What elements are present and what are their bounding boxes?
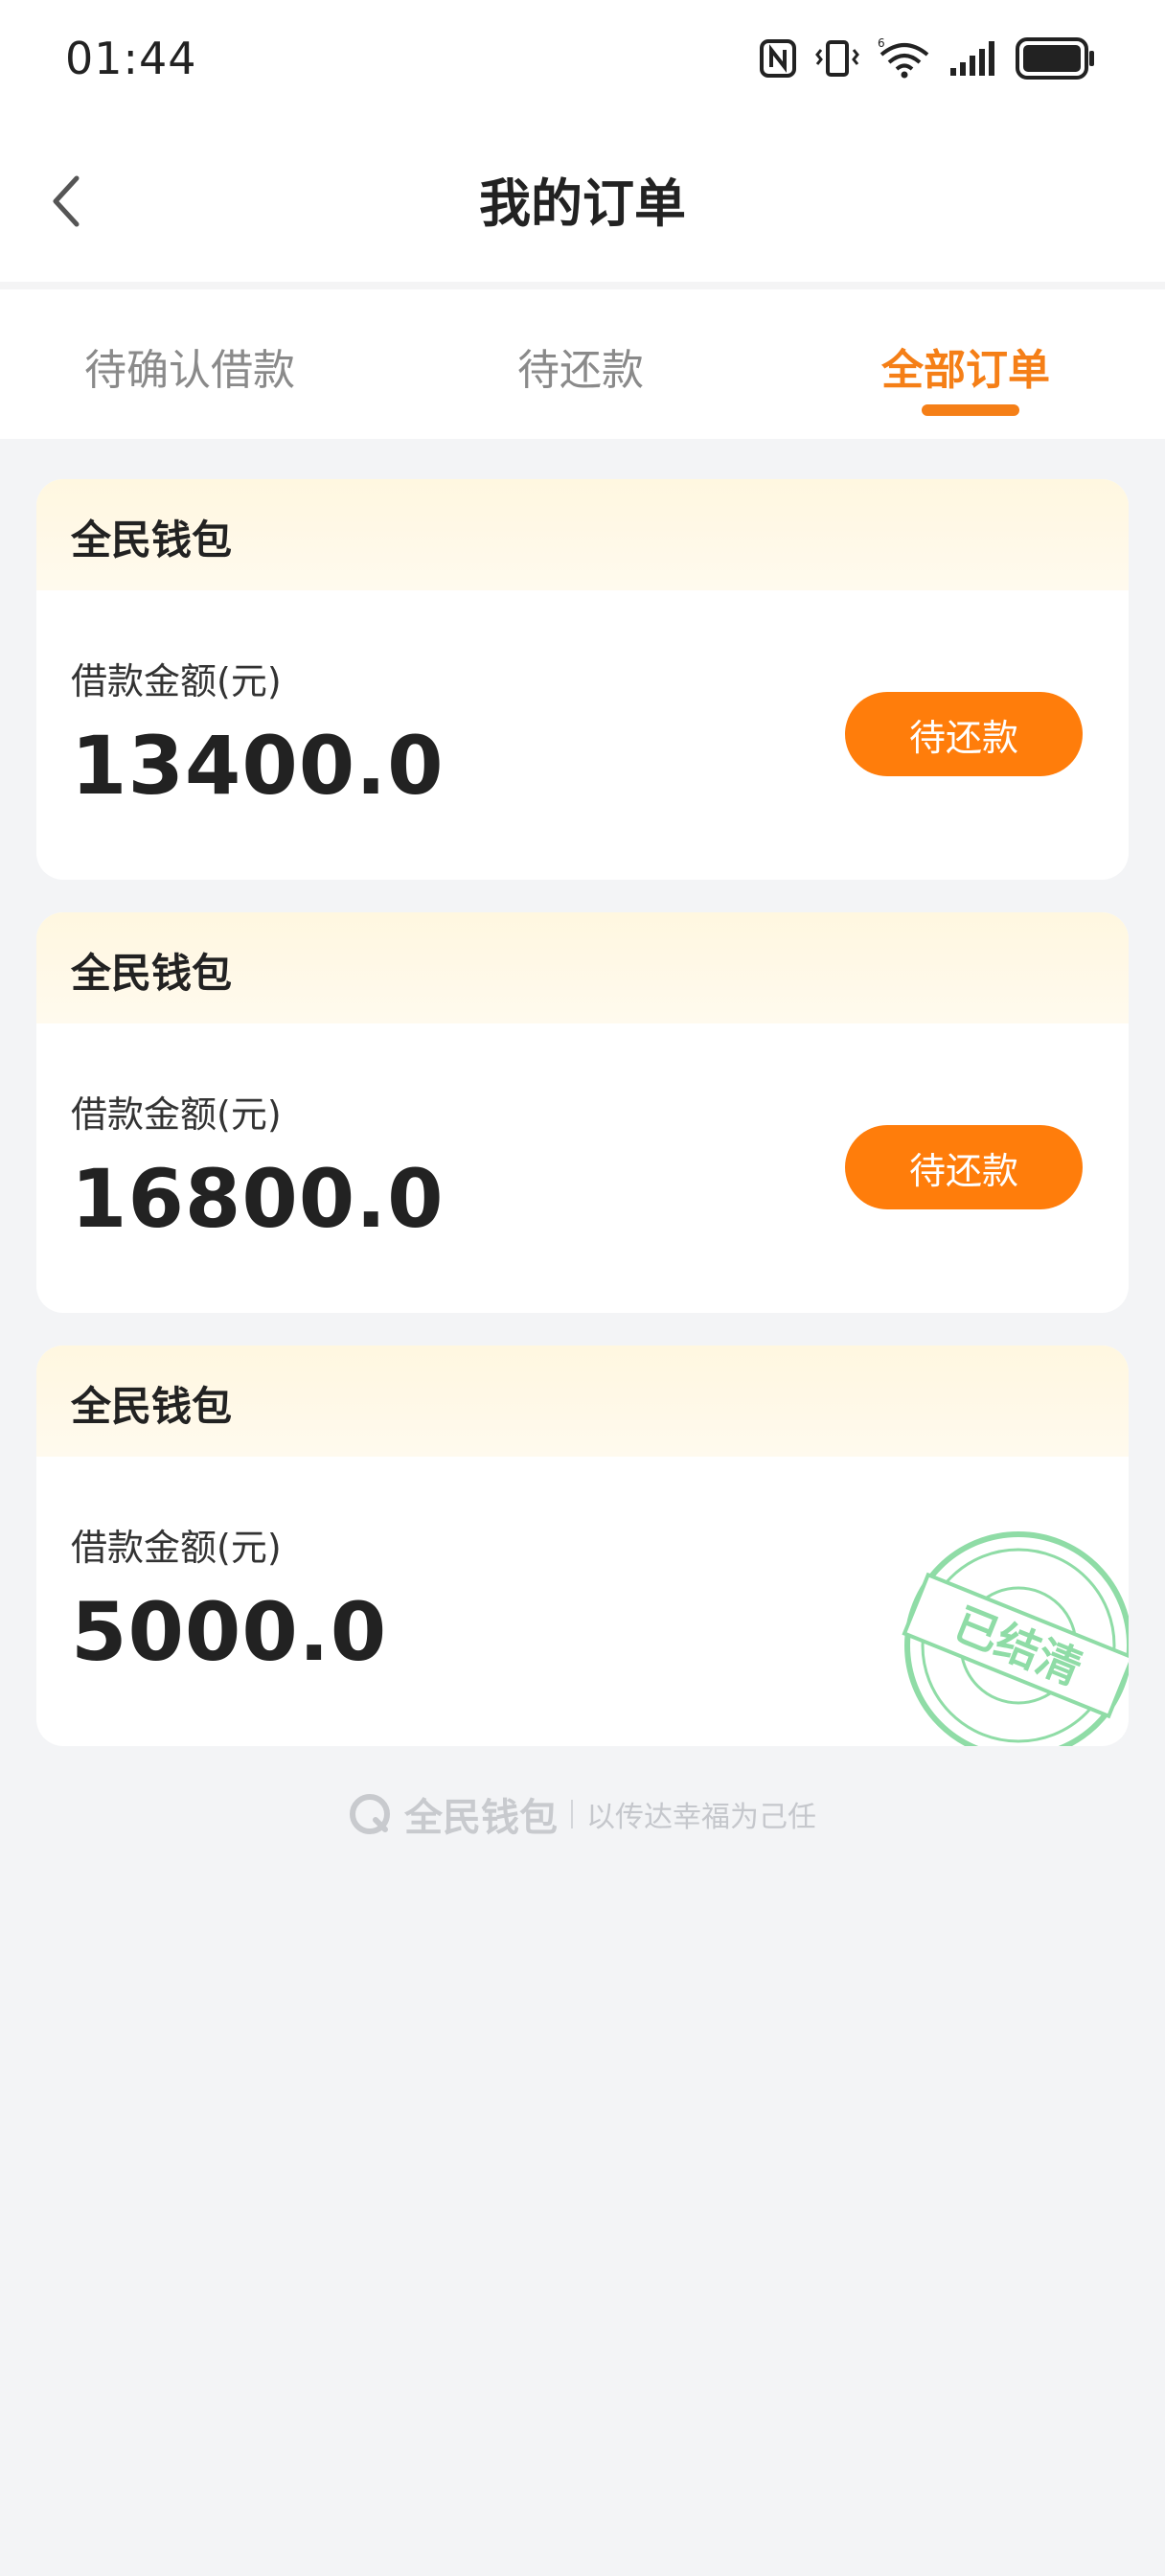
amount-value: 16800.0 — [71, 1152, 445, 1246]
amount-value: 13400.0 — [71, 719, 445, 813]
amount-label: 借款金额(元) — [71, 1093, 282, 1136]
card-brand: 全民钱包 — [71, 950, 233, 997]
card-brand: 全民钱包 — [71, 1383, 233, 1430]
status-icons: 6 — [759, 34, 1096, 82]
page-title: 我的订单 — [479, 173, 686, 234]
amount-value: 5000.0 — [71, 1585, 388, 1679]
nav-bar: 我的订单 — [0, 115, 1165, 284]
card-header: 全民钱包 — [36, 912, 1129, 1024]
signal-icon — [948, 39, 998, 78]
status-bar: 01:44 6 — [0, 0, 1165, 115]
status-time: 01:44 — [65, 33, 197, 84]
order-card[interactable]: 全民钱包 借款金额(元) 13400.0 待还款 — [36, 479, 1129, 880]
repay-status-button[interactable]: 待还款 — [845, 1125, 1083, 1209]
active-tab-indicator — [922, 404, 1019, 416]
footer-separator — [571, 1800, 573, 1828]
wifi-icon: 6 — [878, 37, 931, 80]
order-tabs: 待确认借款 待还款 全部订单 — [0, 289, 1165, 439]
footer-logo-text: 全民钱包 — [404, 1796, 558, 1840]
amount-label: 借款金额(元) — [71, 660, 282, 702]
footer-brand: 全民钱包 以传达幸福为己任 — [0, 1790, 1165, 1840]
vibrate-icon — [814, 38, 860, 79]
amount-label: 借款金额(元) — [71, 1527, 282, 1569]
tab-all-orders[interactable]: 全部订单 — [881, 335, 1050, 397]
order-card[interactable]: 全民钱包 借款金额(元) 16800.0 待还款 — [36, 912, 1129, 1313]
battery-icon — [1016, 37, 1096, 80]
brand-logo-icon — [350, 1794, 390, 1834]
nfc-icon — [759, 38, 797, 79]
tab-pending-repay[interactable]: 待还款 — [517, 335, 644, 397]
order-card[interactable]: 全民钱包 借款金额(元) 5000.0 已结清 — [36, 1346, 1129, 1746]
svg-text:6: 6 — [878, 37, 885, 50]
card-header: 全民钱包 — [36, 479, 1129, 590]
card-brand: 全民钱包 — [71, 517, 233, 564]
divider — [0, 282, 1165, 289]
repay-status-button[interactable]: 待还款 — [845, 692, 1083, 776]
footer-slogan: 以传达幸福为己任 — [586, 1801, 816, 1834]
tab-pending-confirm[interactable]: 待确认借款 — [84, 335, 295, 397]
card-header: 全民钱包 — [36, 1346, 1129, 1457]
settled-stamp-icon: 已结清 — [902, 1531, 1129, 1746]
